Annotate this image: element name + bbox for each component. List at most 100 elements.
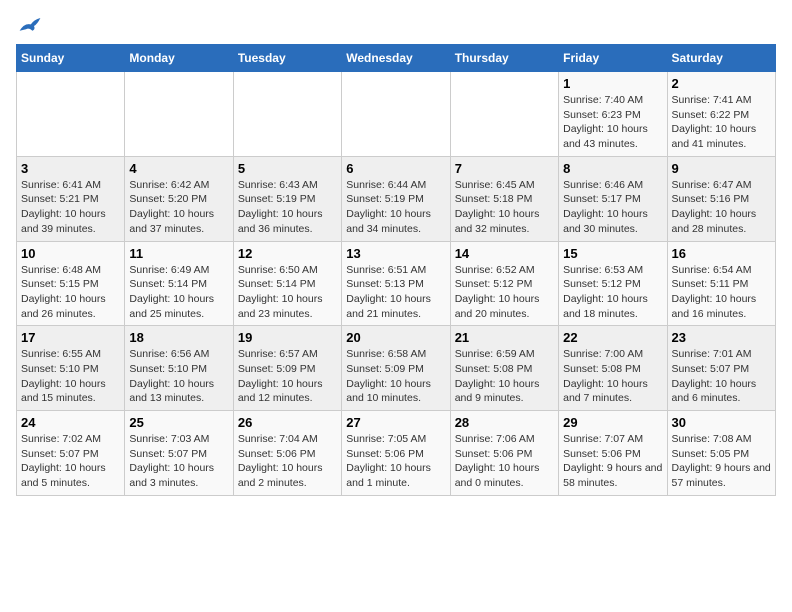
day-content: Sunrise: 6:56 AM Sunset: 5:10 PM Dayligh…	[129, 347, 228, 406]
day-content: Sunrise: 6:52 AM Sunset: 5:12 PM Dayligh…	[455, 263, 554, 322]
day-content: Sunrise: 6:47 AM Sunset: 5:16 PM Dayligh…	[672, 178, 771, 237]
day-content: Sunrise: 6:50 AM Sunset: 5:14 PM Dayligh…	[238, 263, 337, 322]
day-number: 25	[129, 415, 228, 430]
calendar-cell: 4Sunrise: 6:42 AM Sunset: 5:20 PM Daylig…	[125, 156, 233, 241]
day-number: 5	[238, 161, 337, 176]
day-number: 12	[238, 246, 337, 261]
day-number: 3	[21, 161, 120, 176]
day-content: Sunrise: 6:55 AM Sunset: 5:10 PM Dayligh…	[21, 347, 120, 406]
day-content: Sunrise: 7:01 AM Sunset: 5:07 PM Dayligh…	[672, 347, 771, 406]
calendar-cell: 10 Sunrise: 6:48 AM Sunset: 5:15 PM Dayli…	[17, 241, 125, 326]
calendar-cell: 3 Sunrise: 6:41 AM Sunset: 5:21 PM Daylig…	[17, 156, 125, 241]
day-content: Sunrise: 6:57 AM Sunset: 5:09 PM Dayligh…	[238, 347, 337, 406]
calendar-week-row: 3 Sunrise: 6:41 AM Sunset: 5:21 PM Daylig…	[17, 156, 776, 241]
day-number: 21	[455, 330, 554, 345]
day-number: 2	[672, 76, 771, 91]
day-content: Sunrise: 7:41 AM Sunset: 6:22 PM Dayligh…	[672, 93, 771, 152]
calendar-cell: 22 Sunrise: 7:00 AM Sunset: 5:08 PM Dayli…	[559, 326, 667, 411]
day-content: Sunrise: 7:04 AM Sunset: 5:06 PM Dayligh…	[238, 432, 337, 491]
weekday-header-monday: Monday	[125, 45, 233, 72]
calendar-cell: 1 Sunrise: 7:40 AM Sunset: 6:23 PM Daylig…	[559, 72, 667, 157]
calendar-cell: 28 Sunrise: 7:06 AM Sunset: 5:06 PM Dayli…	[450, 411, 558, 496]
day-content: Sunrise: 6:44 AM Sunset: 5:19 PM Dayligh…	[346, 178, 445, 237]
day-number: 24	[21, 415, 120, 430]
weekday-header-tuesday: Tuesday	[233, 45, 341, 72]
day-content: Sunrise: 7:02 AM Sunset: 5:07 PM Dayligh…	[21, 432, 120, 491]
day-number: 1	[563, 76, 662, 91]
day-content: Sunrise: 6:53 AM Sunset: 5:12 PM Dayligh…	[563, 263, 662, 322]
calendar-cell: 2 Sunrise: 7:41 AM Sunset: 6:22 PM Daylig…	[667, 72, 775, 157]
calendar-cell: 16 Sunrise: 6:54 AM Sunset: 5:11 PM Dayli…	[667, 241, 775, 326]
calendar-cell: 9 Sunrise: 6:47 AM Sunset: 5:16 PM Daylig…	[667, 156, 775, 241]
day-number: 22	[563, 330, 662, 345]
day-number: 13	[346, 246, 445, 261]
day-content: Sunrise: 6:59 AM Sunset: 5:08 PM Dayligh…	[455, 347, 554, 406]
day-content: Sunrise: 7:06 AM Sunset: 5:06 PM Dayligh…	[455, 432, 554, 491]
logo	[16, 16, 42, 36]
calendar-cell	[233, 72, 341, 157]
day-number: 6	[346, 161, 445, 176]
calendar-cell	[450, 72, 558, 157]
weekday-header-wednesday: Wednesday	[342, 45, 450, 72]
day-number: 29	[563, 415, 662, 430]
day-content: Sunrise: 6:41 AM Sunset: 5:21 PM Dayligh…	[21, 178, 120, 237]
calendar-cell: 14 Sunrise: 6:52 AM Sunset: 5:12 PM Dayli…	[450, 241, 558, 326]
day-content: Sunrise: 7:00 AM Sunset: 5:08 PM Dayligh…	[563, 347, 662, 406]
calendar-cell	[17, 72, 125, 157]
day-content: Sunrise: 7:07 AM Sunset: 5:06 PM Dayligh…	[563, 432, 662, 491]
weekday-header-saturday: Saturday	[667, 45, 775, 72]
day-content: Sunrise: 6:46 AM Sunset: 5:17 PM Dayligh…	[563, 178, 662, 237]
calendar-cell: 13 Sunrise: 6:51 AM Sunset: 5:13 PM Dayli…	[342, 241, 450, 326]
calendar-cell: 15 Sunrise: 6:53 AM Sunset: 5:12 PM Dayli…	[559, 241, 667, 326]
day-number: 17	[21, 330, 120, 345]
calendar-cell: 20 Sunrise: 6:58 AM Sunset: 5:09 PM Dayli…	[342, 326, 450, 411]
day-number: 27	[346, 415, 445, 430]
calendar-cell: 8Sunrise: 6:46 AM Sunset: 5:17 PM Daylig…	[559, 156, 667, 241]
calendar-week-row: 24 Sunrise: 7:02 AM Sunset: 5:07 PM Dayli…	[17, 411, 776, 496]
calendar-cell: 21 Sunrise: 6:59 AM Sunset: 5:08 PM Dayli…	[450, 326, 558, 411]
day-content: Sunrise: 6:45 AM Sunset: 5:18 PM Dayligh…	[455, 178, 554, 237]
day-number: 19	[238, 330, 337, 345]
calendar-cell: 27Sunrise: 7:05 AM Sunset: 5:06 PM Dayli…	[342, 411, 450, 496]
calendar-cell: 6 Sunrise: 6:44 AM Sunset: 5:19 PM Daylig…	[342, 156, 450, 241]
calendar-cell: 29 Sunrise: 7:07 AM Sunset: 5:06 PM Dayli…	[559, 411, 667, 496]
day-content: Sunrise: 7:08 AM Sunset: 5:05 PM Dayligh…	[672, 432, 771, 491]
calendar-cell	[125, 72, 233, 157]
calendar-week-row: 10 Sunrise: 6:48 AM Sunset: 5:15 PM Dayli…	[17, 241, 776, 326]
day-number: 10	[21, 246, 120, 261]
day-content: Sunrise: 7:03 AM Sunset: 5:07 PM Dayligh…	[129, 432, 228, 491]
day-content: Sunrise: 6:54 AM Sunset: 5:11 PM Dayligh…	[672, 263, 771, 322]
logo-bird-icon	[18, 16, 42, 36]
calendar-cell: 7 Sunrise: 6:45 AM Sunset: 5:18 PM Daylig…	[450, 156, 558, 241]
day-content: Sunrise: 6:58 AM Sunset: 5:09 PM Dayligh…	[346, 347, 445, 406]
day-number: 9	[672, 161, 771, 176]
calendar-cell: 30 Sunrise: 7:08 AM Sunset: 5:05 PM Dayli…	[667, 411, 775, 496]
calendar-cell: 18Sunrise: 6:56 AM Sunset: 5:10 PM Dayli…	[125, 326, 233, 411]
day-number: 15	[563, 246, 662, 261]
calendar-cell: 19 Sunrise: 6:57 AM Sunset: 5:09 PM Dayli…	[233, 326, 341, 411]
day-content: Sunrise: 6:51 AM Sunset: 5:13 PM Dayligh…	[346, 263, 445, 322]
calendar-cell: 11Sunrise: 6:49 AM Sunset: 5:14 PM Dayli…	[125, 241, 233, 326]
weekday-header-friday: Friday	[559, 45, 667, 72]
weekday-header-sunday: Sunday	[17, 45, 125, 72]
day-number: 11	[129, 246, 228, 261]
day-number: 16	[672, 246, 771, 261]
calendar-cell: 24 Sunrise: 7:02 AM Sunset: 5:07 PM Dayli…	[17, 411, 125, 496]
calendar-week-row: 17 Sunrise: 6:55 AM Sunset: 5:10 PM Dayli…	[17, 326, 776, 411]
calendar-header-row: SundayMondayTuesdayWednesdayThursdayFrid…	[17, 45, 776, 72]
weekday-header-thursday: Thursday	[450, 45, 558, 72]
page-header	[16, 16, 776, 36]
day-number: 7	[455, 161, 554, 176]
calendar-table: SundayMondayTuesdayWednesdayThursdayFrid…	[16, 44, 776, 496]
day-number: 23	[672, 330, 771, 345]
day-number: 30	[672, 415, 771, 430]
day-number: 20	[346, 330, 445, 345]
day-number: 14	[455, 246, 554, 261]
day-number: 28	[455, 415, 554, 430]
calendar-cell: 17 Sunrise: 6:55 AM Sunset: 5:10 PM Dayli…	[17, 326, 125, 411]
day-content: Sunrise: 6:48 AM Sunset: 5:15 PM Dayligh…	[21, 263, 120, 322]
day-content: Sunrise: 7:40 AM Sunset: 6:23 PM Dayligh…	[563, 93, 662, 152]
day-number: 4	[129, 161, 228, 176]
calendar-cell: 5Sunrise: 6:43 AM Sunset: 5:19 PM Daylig…	[233, 156, 341, 241]
calendar-body: 1 Sunrise: 7:40 AM Sunset: 6:23 PM Daylig…	[17, 72, 776, 496]
